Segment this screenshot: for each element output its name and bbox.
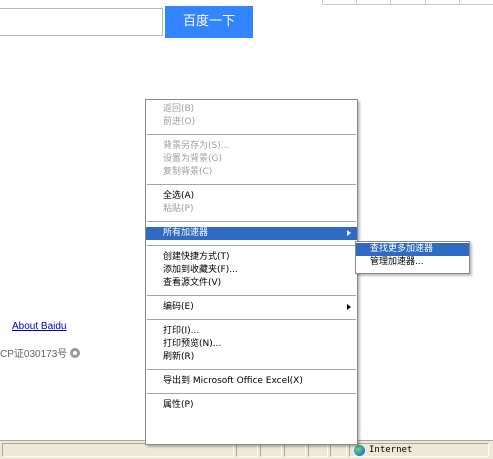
- chevron-right-icon: [347, 304, 351, 310]
- menu-separator: [147, 245, 356, 246]
- menu-item-properties[interactable]: 属性(P): [146, 399, 357, 412]
- status-cell: [260, 443, 282, 457]
- menu-separator: [147, 134, 356, 135]
- menu-item-forward[interactable]: 前进(O): [146, 116, 357, 129]
- menu-separator: [147, 221, 356, 222]
- menu-item-copy-background[interactable]: 复制背景(C): [146, 166, 357, 179]
- menu-item-add-to-favorites[interactable]: 添加到收藏夹(F)...: [146, 264, 357, 277]
- menu-item-select-all[interactable]: 全选(A): [146, 190, 357, 203]
- menu-item-back[interactable]: 返回(B): [146, 103, 357, 116]
- icp-text: CP证030173号: [0, 349, 68, 360]
- chevron-right-icon: [347, 230, 351, 236]
- context-menu: 返回(B) 前进(O) 背景另存为(S)... 设置为背景(G) 复制背景(C)…: [145, 99, 358, 445]
- menu-item-all-accelerators[interactable]: 所有加速器: [146, 227, 357, 240]
- search-input[interactable]: [0, 8, 163, 36]
- top-strip-cell: [390, 0, 424, 4]
- menu-item-print-preview[interactable]: 打印预览(N)...: [146, 338, 357, 351]
- menu-separator: [147, 319, 356, 320]
- top-strip-cell: [458, 0, 493, 4]
- about-baidu-link[interactable]: About Baidu: [12, 321, 67, 332]
- police-badge-icon[interactable]: [70, 347, 81, 358]
- zone-label: Internet: [369, 445, 413, 455]
- status-cell: [284, 443, 306, 457]
- icp-info: CP证030173号: [0, 345, 81, 360]
- menu-item-label: 所有加速器: [163, 228, 209, 238]
- accelerators-submenu: 查找更多加速器 管理加速器...: [355, 241, 470, 274]
- status-text-cell: [2, 443, 234, 457]
- menu-item-save-background-as[interactable]: 背景另存为(S)...: [146, 140, 357, 153]
- top-strip-cell: [356, 0, 390, 4]
- menu-item-export-excel[interactable]: 导出到 Microsoft Office Excel(X): [146, 375, 357, 388]
- menu-item-view-source[interactable]: 查看源文件(V): [146, 277, 357, 290]
- submenu-item-find-more-accelerators[interactable]: 查找更多加速器: [356, 243, 469, 256]
- top-strip-cell: [322, 0, 356, 4]
- menu-item-label: 编码(E): [163, 302, 194, 312]
- menu-item-print[interactable]: 打印(I)...: [146, 325, 357, 338]
- top-strip: [322, 0, 493, 5]
- menu-separator: [147, 184, 356, 185]
- menu-item-set-as-background[interactable]: 设置为背景(G): [146, 153, 357, 166]
- globe-icon: [354, 444, 365, 456]
- menu-item-refresh[interactable]: 刷新(R): [146, 351, 357, 364]
- menu-separator: [147, 393, 356, 394]
- menu-separator: [147, 369, 356, 370]
- menu-item-paste[interactable]: 粘贴(P): [146, 203, 357, 216]
- security-zone[interactable]: Internet: [349, 443, 489, 457]
- menu-item-create-shortcut[interactable]: 创建快捷方式(T): [146, 251, 357, 264]
- top-strip-cell: [424, 0, 459, 4]
- menu-item-encoding[interactable]: 编码(E): [146, 301, 357, 314]
- status-cell: [330, 443, 347, 457]
- status-cell: [236, 443, 258, 457]
- search-button[interactable]: 百度一下: [165, 6, 253, 38]
- submenu-item-manage-accelerators[interactable]: 管理加速器...: [356, 256, 469, 269]
- menu-separator: [147, 295, 356, 296]
- status-cell: [308, 443, 328, 457]
